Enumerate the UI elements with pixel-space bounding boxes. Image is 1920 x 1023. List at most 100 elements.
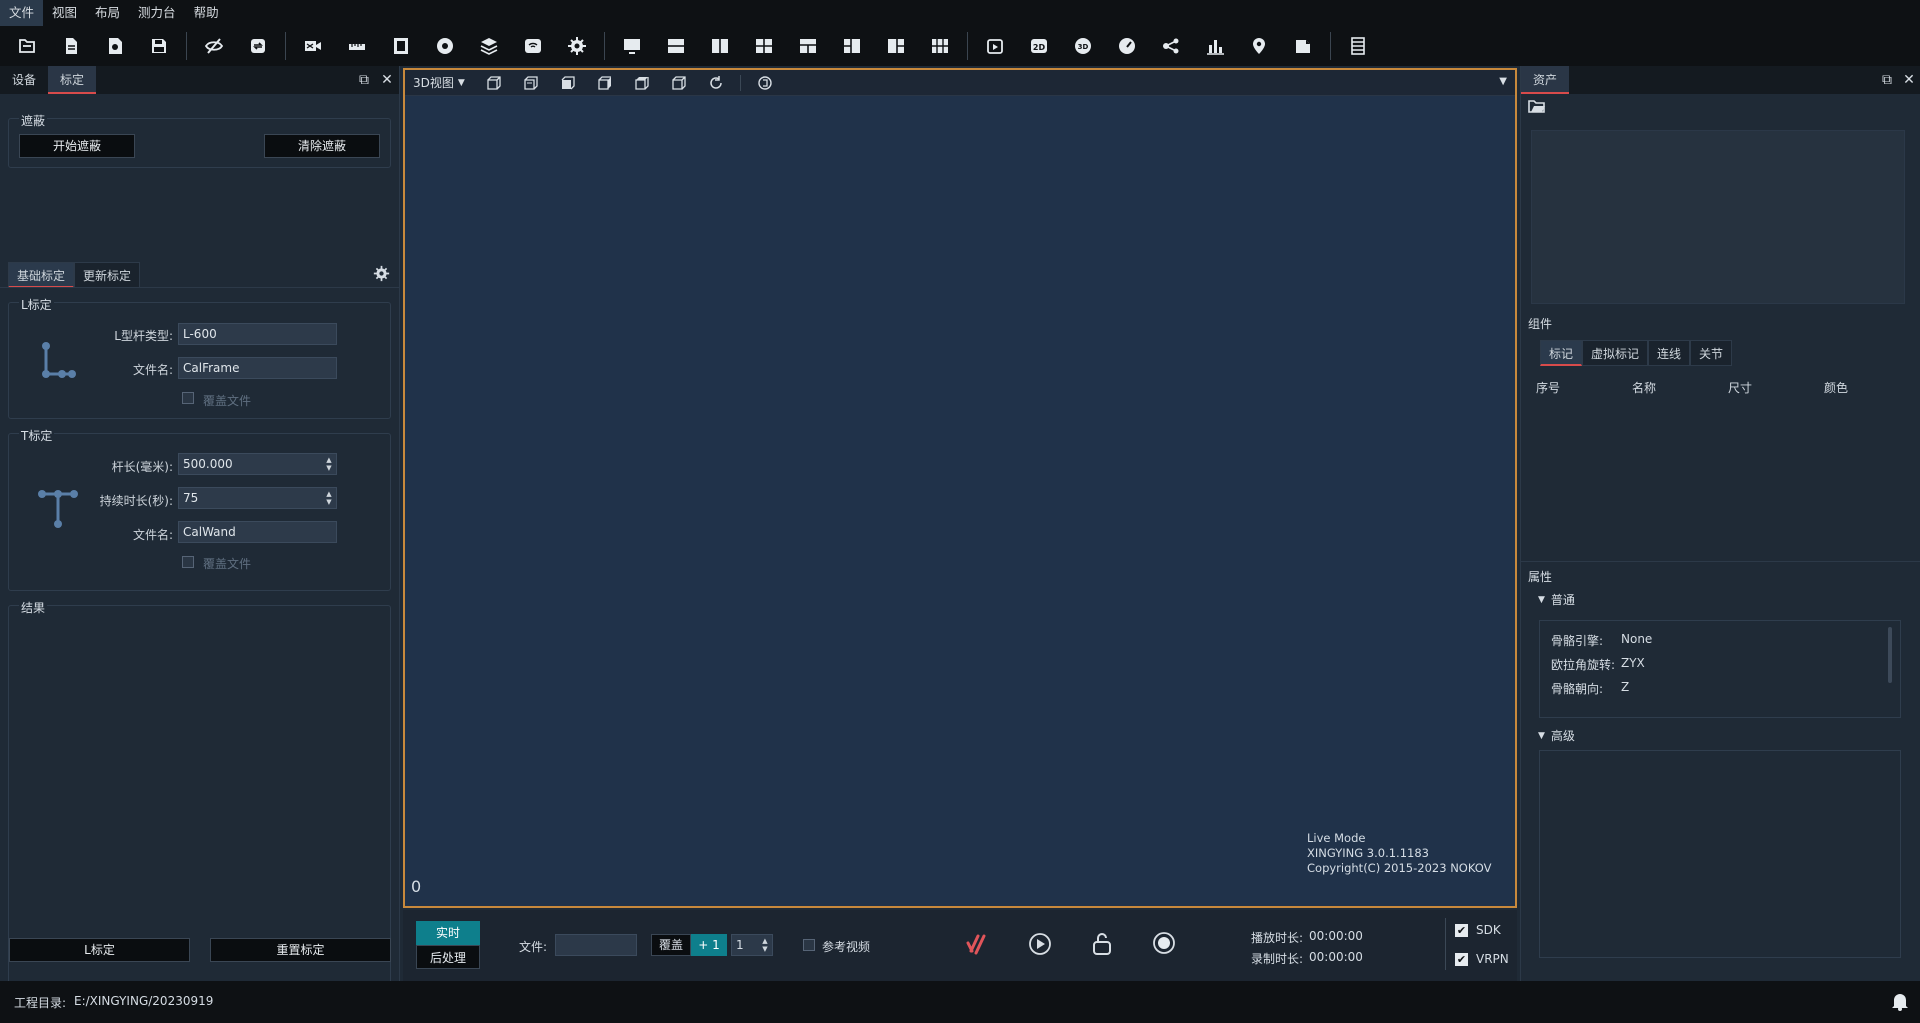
tab-joints[interactable]: 关节 [1690, 340, 1733, 366]
plus-one-button[interactable]: + 1 [691, 934, 727, 956]
settings-button[interactable] [560, 31, 594, 61]
record-disk-button[interactable] [428, 31, 462, 61]
t-file-name-field[interactable]: CalWand [178, 521, 337, 543]
spin-arrows-icon[interactable]: ▲ ▼ [761, 937, 769, 953]
save-button[interactable] [142, 31, 176, 61]
t-overwrite-checkbox[interactable] [182, 556, 194, 568]
spin-arrows-icon[interactable]: ▲ ▼ [325, 490, 333, 506]
overlay-button[interactable]: 覆盖 [651, 934, 691, 956]
wand-type-field[interactable]: L-600 [178, 323, 337, 345]
l-file-name-field[interactable]: CalFrame [178, 357, 337, 379]
view-bottom-button[interactable] [666, 72, 692, 94]
close-icon[interactable]: ✕ [1902, 73, 1916, 87]
tab-markers[interactable]: 标记 [1540, 340, 1583, 366]
speed-button[interactable] [1110, 31, 1144, 61]
view-front-button[interactable] [481, 72, 507, 94]
spin-arrows-icon[interactable]: ▲ ▼ [325, 456, 333, 472]
l-calibrate-button[interactable]: L标定 [9, 938, 190, 962]
prop-value[interactable]: ZYX [1621, 656, 1645, 670]
asset-list[interactable] [1531, 130, 1905, 304]
unlock-button[interactable] [1090, 931, 1114, 960]
panel-list-button[interactable] [1341, 31, 1375, 61]
start-mask-button[interactable]: 开始遮蔽 [19, 134, 135, 158]
reset-view-button[interactable] [703, 72, 729, 94]
col-color[interactable]: 颜色 [1824, 379, 1848, 396]
layout-grid-button[interactable] [747, 31, 781, 61]
menu-view[interactable]: 视图 [43, 0, 86, 26]
view-2d-button[interactable]: 2D [1022, 31, 1056, 61]
layout-right-split-button[interactable] [879, 31, 913, 61]
view-top-button[interactable] [629, 72, 655, 94]
layout-top-split-button[interactable] [791, 31, 825, 61]
general-section-header[interactable]: ▼ 普通 [1538, 591, 1575, 608]
layers-button[interactable] [472, 31, 506, 61]
menu-file[interactable]: 文件 [0, 0, 44, 26]
layout-vertical-button[interactable] [703, 31, 737, 61]
open-project-button[interactable] [10, 31, 44, 61]
prop-value[interactable]: None [1621, 632, 1652, 646]
tab-update-calibration[interactable]: 更新标定 [74, 262, 141, 288]
prop-value[interactable]: Z [1621, 680, 1629, 694]
chart-button[interactable] [1198, 31, 1232, 61]
record-button[interactable] [1152, 931, 1176, 958]
skeleton-button[interactable] [1154, 31, 1188, 61]
vrpn-checkbox[interactable]: ✔ [1455, 953, 1468, 966]
tab-device[interactable]: 设备 [0, 66, 48, 94]
view-right-button[interactable] [592, 72, 618, 94]
scrollbar-thumb[interactable] [1888, 627, 1892, 683]
viewport-menu-caret-icon[interactable]: ▼ [1499, 76, 1507, 87]
duration-field[interactable]: 75 ▲ ▼ [178, 487, 337, 509]
advanced-section-header[interactable]: ▼ 高级 [1538, 727, 1575, 744]
postprocess-button[interactable]: 后处理 [416, 945, 480, 969]
layout-left-split-button[interactable] [835, 31, 869, 61]
tab-assets[interactable]: 资产 [1521, 66, 1570, 94]
hide-button[interactable] [197, 31, 231, 61]
layout-horizontal-button[interactable] [659, 31, 693, 61]
float-icon[interactable]: ⧉ [357, 73, 371, 87]
snapshot-button[interactable] [98, 31, 132, 61]
wireless-button[interactable] [516, 31, 550, 61]
tab-calibration[interactable]: 标定 [48, 66, 97, 94]
menu-layout[interactable]: 布局 [86, 0, 129, 26]
view-mode-dropdown[interactable]: 3D视图 ▼ [413, 74, 465, 91]
export-button[interactable] [1286, 31, 1320, 61]
3d-viewport[interactable]: 3D视图 ▼ ▼ Live Mode XINGYING 3.0.1.1183 C… [403, 68, 1517, 908]
col-size[interactable]: 尺寸 [1728, 379, 1752, 396]
reset-calibration-button[interactable]: 重置标定 [210, 938, 391, 962]
view-left-button[interactable] [555, 72, 581, 94]
sdk-checkbox[interactable]: ✔ [1455, 924, 1468, 937]
sync-button[interactable] [241, 31, 275, 61]
l-overwrite-checkbox[interactable] [182, 392, 194, 404]
realtime-button[interactable]: 实时 [416, 921, 480, 945]
camera-view-button[interactable] [296, 31, 330, 61]
close-icon[interactable]: ✕ [380, 73, 394, 87]
play-button[interactable] [1028, 932, 1052, 959]
new-file-button[interactable] [54, 31, 88, 61]
open-asset-button[interactable] [1528, 98, 1546, 117]
menu-force-plate[interactable]: 测力台 [129, 0, 185, 26]
ruler-button[interactable] [340, 31, 374, 61]
layout-single-button[interactable] [615, 31, 649, 61]
replay-button[interactable] [978, 31, 1012, 61]
view-back-button[interactable] [518, 72, 544, 94]
layout-quad-button[interactable] [923, 31, 957, 61]
calibration-settings-button[interactable] [373, 265, 393, 285]
camera-frustum-button[interactable] [752, 72, 778, 94]
wand-length-field[interactable]: 500.000 ▲ ▼ [178, 453, 337, 475]
col-index[interactable]: 序号 [1536, 379, 1560, 396]
nokov-logo-button[interactable] [965, 931, 991, 960]
tab-connections[interactable]: 连线 [1648, 340, 1691, 366]
float-icon[interactable]: ⧉ [1880, 73, 1894, 87]
tab-basic-calibration[interactable]: 基础标定 [8, 262, 75, 288]
file-field[interactable] [555, 934, 637, 956]
ref-video-checkbox[interactable] [803, 939, 815, 951]
film-button[interactable] [384, 31, 418, 61]
tab-virtual-markers[interactable]: 虚拟标记 [1582, 340, 1649, 366]
clear-mask-button[interactable]: 清除遮蔽 [264, 134, 380, 158]
view-3d-button[interactable]: 3D [1066, 31, 1100, 61]
menu-help[interactable]: 帮助 [185, 0, 228, 26]
col-name[interactable]: 名称 [1632, 379, 1656, 396]
notifications-button[interactable] [1891, 991, 1909, 1014]
overlay-count-field[interactable]: 1 ▲ ▼ [731, 934, 773, 956]
location-button[interactable] [1242, 31, 1276, 61]
